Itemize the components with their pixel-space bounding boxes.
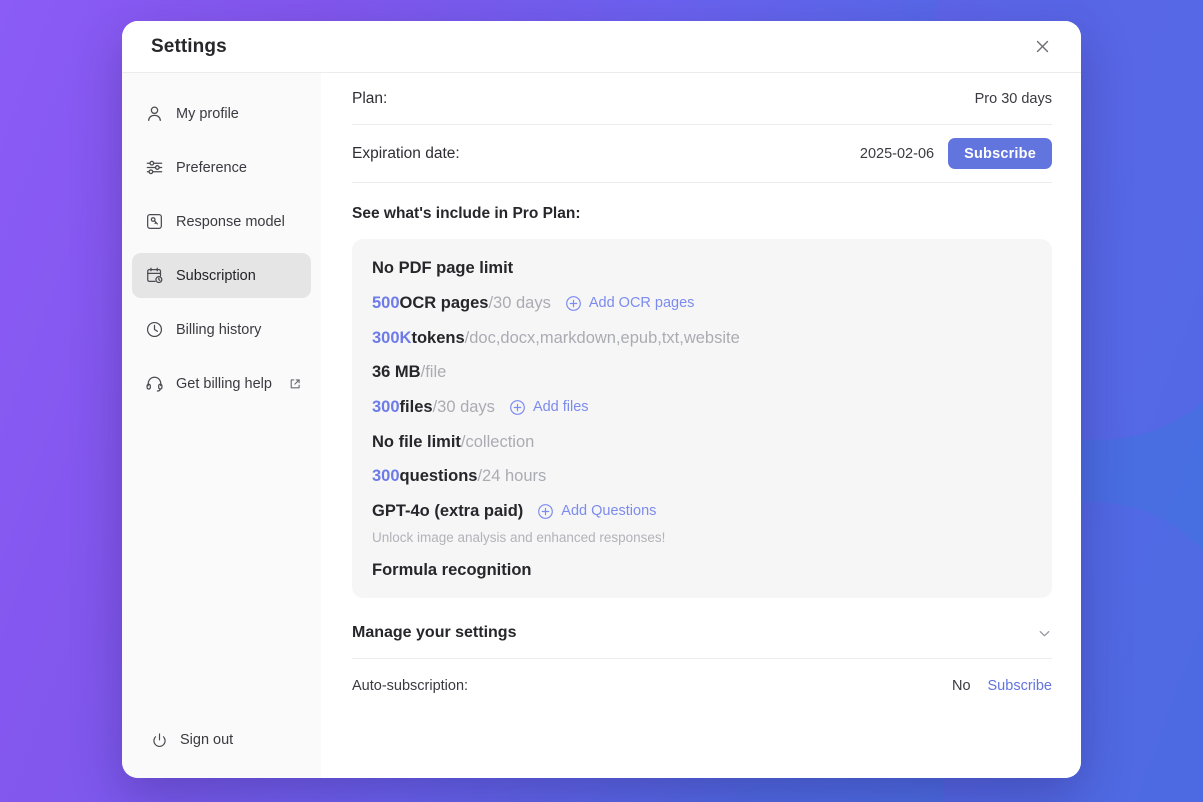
add-link-label: Add OCR pages: [588, 294, 695, 311]
add-link-button[interactable]: Add Questions: [537, 503, 656, 520]
add-link-label: Add files: [532, 398, 589, 415]
key-box-icon: [144, 212, 164, 232]
dialog-body: My profile Preference Response model Sub…: [122, 73, 1081, 778]
external-link-icon: [289, 378, 301, 390]
sidebar-item-label: My profile: [176, 105, 239, 122]
sliders-icon: [144, 158, 164, 178]
sidebar-item-preference[interactable]: Preference: [132, 145, 311, 190]
sidebar-item-billing-history[interactable]: Billing history: [132, 307, 311, 352]
auto-subscription-subscribe-link[interactable]: Subscribe: [988, 678, 1052, 694]
feature-line: 300 questions/24 hours: [372, 468, 1032, 485]
plus-circle-icon: [565, 295, 582, 312]
auto-subscription-label: Auto-subscription:: [352, 678, 469, 694]
expiration-label: Expiration date:: [352, 144, 460, 162]
feature-text-strong: questions: [399, 467, 478, 485]
feature-line: 36 MB /file: [372, 364, 1032, 381]
subscribe-button[interactable]: Subscribe: [948, 138, 1052, 169]
plus-circle-icon: [509, 399, 526, 416]
manage-settings-section: Manage your settings Auto-subscription: …: [352, 614, 1052, 694]
feature-text-strong: Formula recognition: [372, 560, 532, 579]
feature-line: 500 OCR pages/30 days Add OCR pages: [372, 295, 1032, 312]
feature-text-accent: 300: [372, 467, 400, 485]
sign-out-button[interactable]: Sign out: [132, 720, 311, 760]
plus-circle-icon: [537, 503, 554, 520]
sidebar-item-my-profile[interactable]: My profile: [132, 91, 311, 136]
sidebar-item-label: Subscription: [176, 267, 256, 284]
feature-card: No PDF page limit 500 OCR pages/30 days Ad…: [352, 239, 1052, 598]
user-icon: [144, 104, 164, 124]
manage-settings-header[interactable]: Manage your settings: [352, 614, 1052, 659]
headset-icon: [144, 374, 164, 394]
feature-text-strong: tokens: [411, 328, 465, 347]
auto-subscription-row: Auto-subscription: No Subscribe: [352, 659, 1052, 694]
feature-text-strong: files: [399, 397, 433, 416]
sidebar-item-get-billing-help[interactable]: Get billing help: [132, 361, 311, 406]
feature-text-muted: /doc,docx,markdown,epub,txt,website: [464, 328, 740, 347]
add-link-button[interactable]: Add OCR pages: [565, 294, 695, 312]
clock-icon: [144, 320, 164, 340]
feature-line: Formula recognition: [372, 560, 1032, 579]
feature-text-strong: OCR pages: [399, 293, 489, 312]
feature-text-muted: /collection: [460, 432, 535, 451]
sidebar: My profile Preference Response model Sub…: [122, 73, 321, 778]
sign-out-label: Sign out: [180, 732, 234, 748]
plan-label: Plan:: [352, 89, 388, 107]
sidebar-item-label: Response model: [176, 213, 285, 230]
feature-text-accent: 500: [372, 293, 400, 312]
feature-text-muted: /file: [420, 363, 447, 381]
add-link-label: Add Questions: [561, 502, 657, 519]
sidebar-item-label: Get billing help: [176, 375, 272, 392]
feature-text-muted: /30 days: [432, 397, 495, 416]
plan-value: Pro 30 days: [974, 90, 1052, 107]
calendar-clock-icon: [144, 266, 164, 286]
include-heading: See what's include in Pro Plan:: [352, 205, 581, 222]
feature-line: No PDF page limit: [372, 260, 1032, 277]
feature-line: 300 files/30 days Add files: [372, 399, 1032, 416]
sidebar-item-subscription[interactable]: Subscription: [132, 253, 311, 298]
add-link-button[interactable]: Add files: [509, 399, 589, 416]
dialog-header: Settings: [122, 21, 1081, 73]
feature-text-muted: /30 days: [488, 293, 551, 312]
manage-settings-title: Manage your settings: [352, 624, 517, 641]
power-icon: [149, 730, 169, 750]
auto-subscription-value: No: [951, 678, 971, 694]
feature-text-accent: 300: [372, 397, 400, 416]
feature-text-strong: 36 MB: [372, 363, 421, 381]
sidebar-item-response-model[interactable]: Response model: [132, 199, 311, 244]
page-title: Settings: [151, 35, 227, 57]
feature-text-accent: 300K: [372, 328, 412, 347]
settings-dialog: Settings My profile Preference Response …: [122, 21, 1081, 778]
sidebar-item-label: Preference: [176, 159, 247, 176]
expiration-row: Expiration date: 2025-02-06 Subscribe: [352, 125, 1052, 183]
feature-text-strong: GPT-4o (extra paid): [372, 501, 524, 520]
chevron-down-icon[interactable]: [1037, 626, 1052, 641]
feature-line: No file limit/collection: [372, 432, 1032, 451]
main-panel: Plan: Pro 30 days Expiration date: 2025-…: [321, 73, 1081, 778]
feature-text-strong: No PDF page limit: [372, 259, 514, 277]
close-icon[interactable]: [1029, 34, 1055, 60]
feature-text-muted: /24 hours: [477, 467, 547, 485]
feature-line: 300K tokens/doc,docx,markdown,epub,txt,w…: [372, 328, 1032, 347]
expiration-value: 2025-02-06: [859, 145, 935, 162]
feature-subtext: Unlock image analysis and enhanced respo…: [372, 529, 666, 545]
feature-text-strong: No file limit: [372, 432, 461, 451]
sidebar-item-label: Billing history: [176, 321, 262, 338]
feature-line: GPT-4o (extra paid) Add Questions: [372, 503, 1032, 520]
plan-row: Plan: Pro 30 days: [352, 73, 1052, 125]
